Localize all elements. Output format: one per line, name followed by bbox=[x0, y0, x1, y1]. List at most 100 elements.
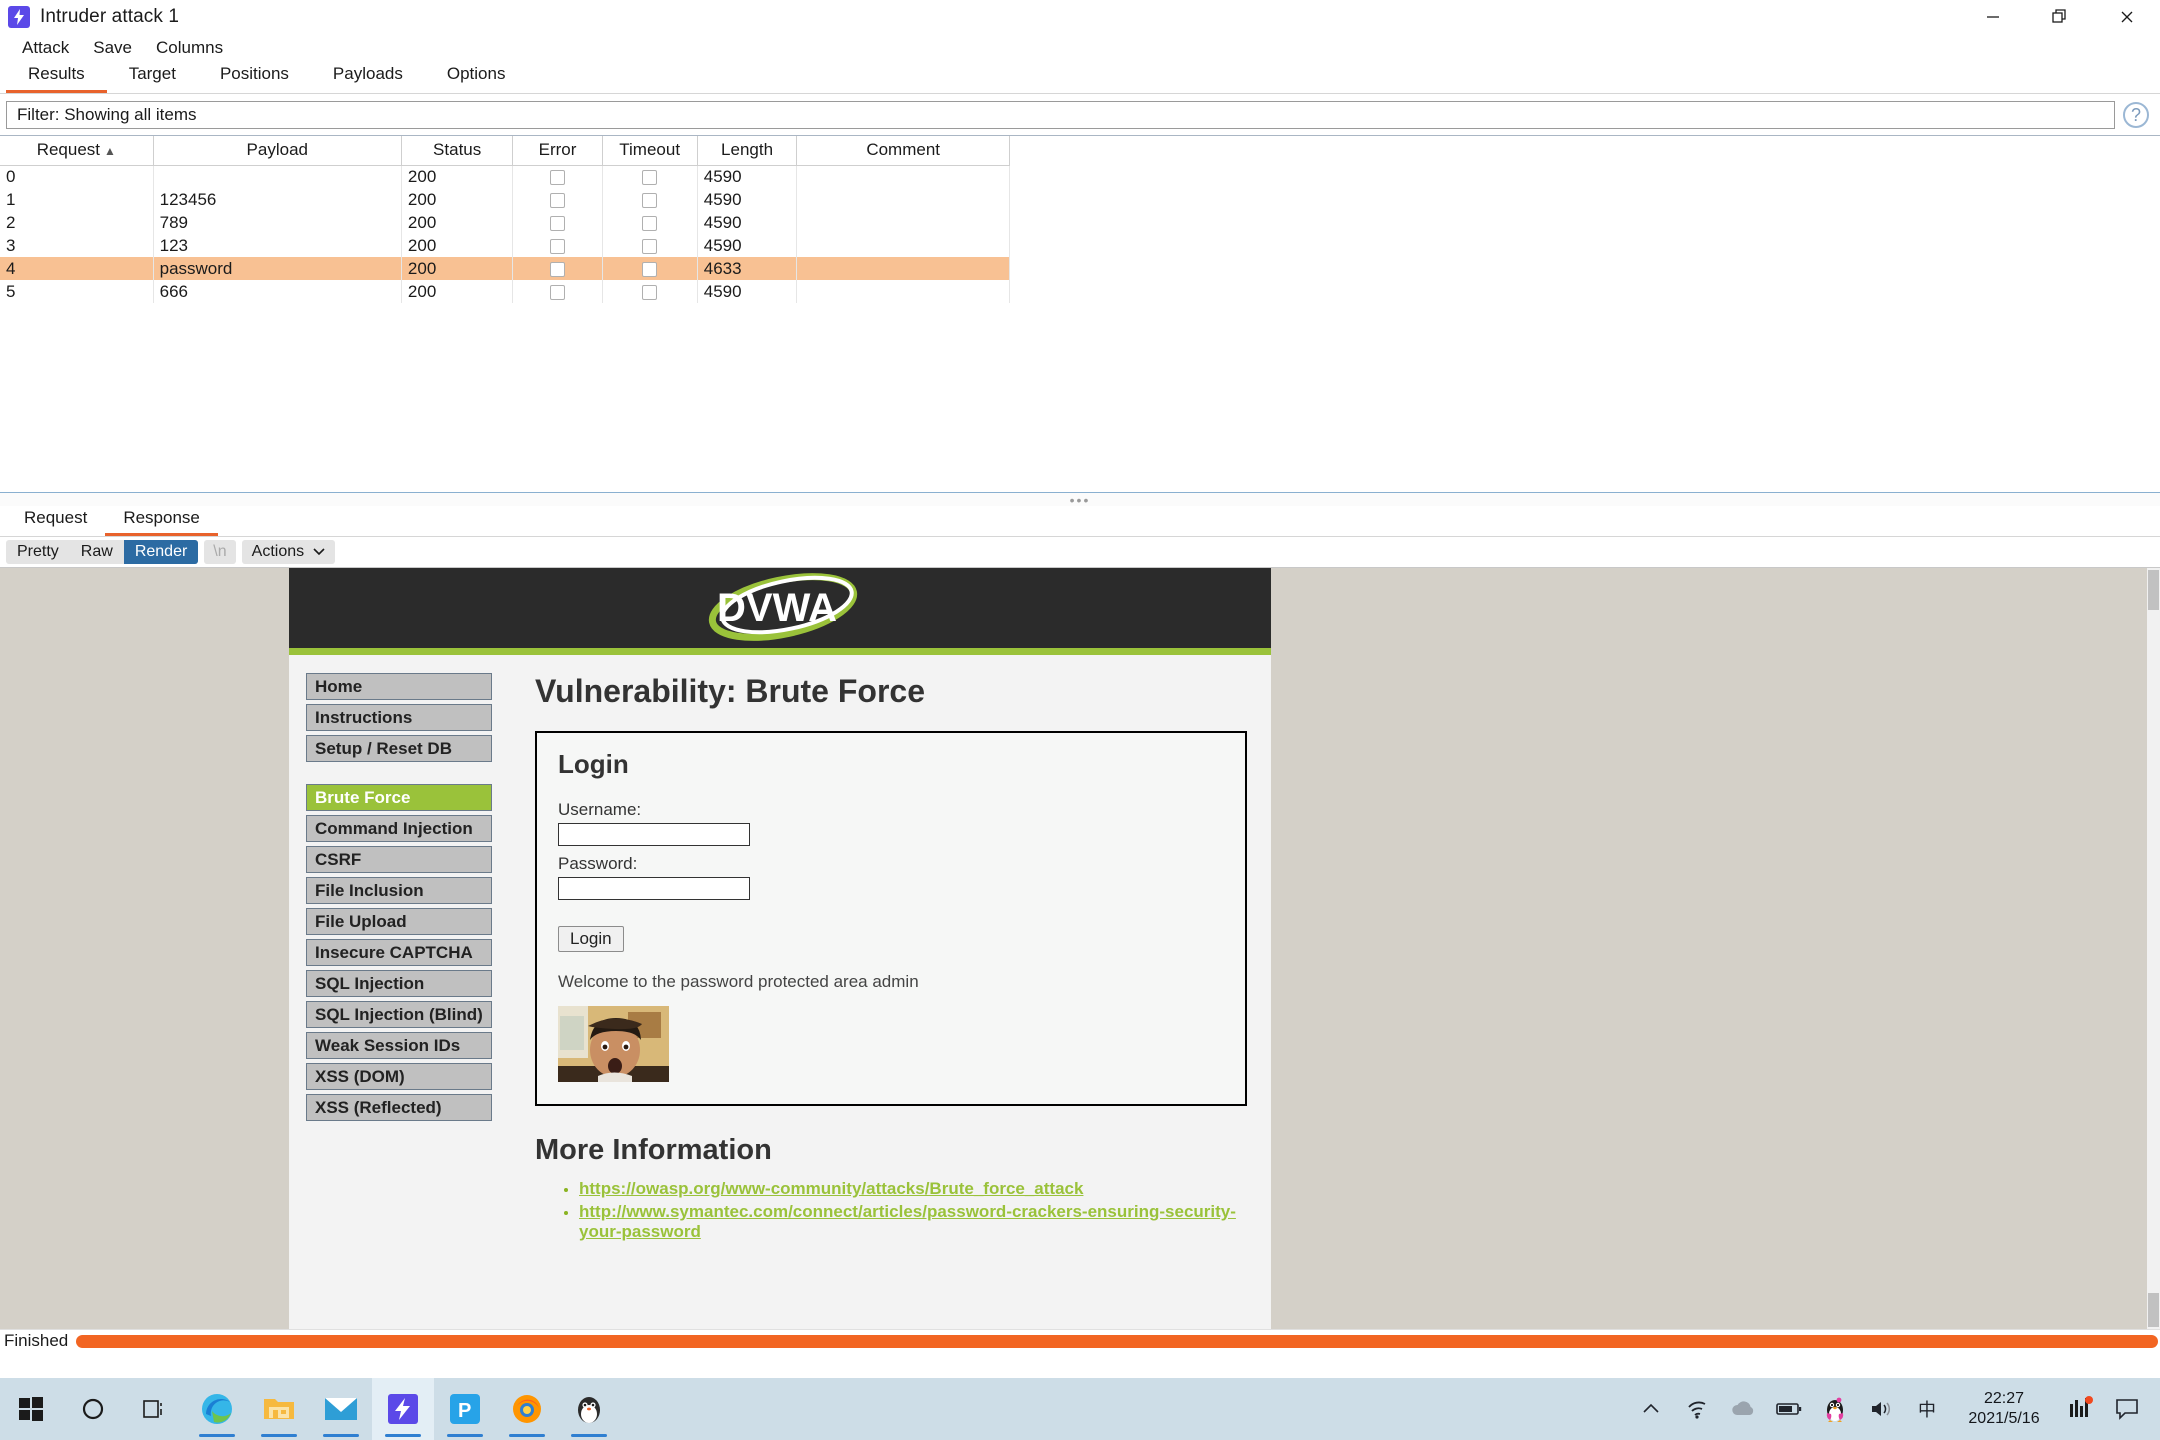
sidebar-item-csrf[interactable]: CSRF bbox=[306, 846, 492, 873]
column-header-comment[interactable]: Comment bbox=[796, 136, 1010, 166]
sidebar-item-xss-reflected[interactable]: XSS (Reflected) bbox=[306, 1094, 492, 1121]
results-table-area[interactable]: Request ▲ Payload Status Error Timeout Le… bbox=[0, 135, 2160, 492]
cell-error[interactable] bbox=[512, 165, 603, 188]
burp-suite-icon[interactable] bbox=[372, 1378, 434, 1440]
sidebar-item-instructions[interactable]: Instructions bbox=[306, 704, 492, 731]
cell-error[interactable] bbox=[512, 234, 603, 257]
show-hidden-icons-chevron[interactable] bbox=[1628, 1378, 1674, 1440]
cell-error-checkbox[interactable] bbox=[550, 169, 565, 185]
cell-timeout[interactable] bbox=[602, 234, 698, 257]
column-header-length[interactable]: Length bbox=[697, 136, 798, 166]
sidebar-item-command-injection[interactable]: Command Injection bbox=[306, 815, 492, 842]
cell-timeout-checkbox[interactable] bbox=[642, 261, 658, 277]
more-information-link[interactable]: https://owasp.org/www-community/attacks/… bbox=[579, 1179, 1083, 1198]
tab-positions[interactable]: Positions bbox=[198, 60, 311, 93]
minimize-icon[interactable] bbox=[1959, 0, 2026, 34]
tab-request[interactable]: Request bbox=[6, 505, 105, 536]
view-mode-raw[interactable]: Raw bbox=[70, 540, 124, 564]
qq-icon[interactable] bbox=[558, 1378, 620, 1440]
menu-item-attack[interactable]: Attack bbox=[10, 36, 81, 60]
firefox-icon[interactable] bbox=[496, 1378, 558, 1440]
tab-payloads[interactable]: Payloads bbox=[311, 60, 425, 93]
task-view-icon[interactable] bbox=[124, 1378, 186, 1440]
cell-timeout-checkbox[interactable] bbox=[642, 192, 658, 208]
column-header-error[interactable]: Error bbox=[512, 136, 603, 166]
column-header-timeout[interactable]: Timeout bbox=[602, 136, 698, 166]
battery-icon[interactable] bbox=[1766, 1378, 1812, 1440]
cell-timeout-checkbox[interactable] bbox=[642, 169, 658, 185]
close-icon[interactable] bbox=[2093, 0, 2160, 34]
help-icon[interactable]: ? bbox=[2123, 102, 2149, 128]
sidebar-item-file-inclusion[interactable]: File Inclusion bbox=[306, 877, 492, 904]
qq-penguin-icon[interactable] bbox=[1812, 1378, 1858, 1440]
mail-icon[interactable] bbox=[310, 1378, 372, 1440]
cell-error-checkbox[interactable] bbox=[550, 284, 565, 300]
rendered-response-pane[interactable]: DVWA Home Instructions Setup / Reset DB Br… bbox=[0, 567, 2160, 1329]
view-mode-pretty[interactable]: Pretty bbox=[6, 540, 70, 564]
login-submit-button[interactable]: Login bbox=[558, 926, 624, 952]
network-monitor-icon[interactable] bbox=[2058, 1378, 2104, 1440]
column-header-status[interactable]: Status bbox=[401, 136, 514, 166]
filter-bar[interactable]: Filter: Showing all items bbox=[6, 101, 2115, 129]
sidebar-item-brute-force[interactable]: Brute Force bbox=[306, 784, 492, 811]
tab-results[interactable]: Results bbox=[6, 60, 107, 93]
sidebar-item-xss-dom[interactable]: XSS (DOM) bbox=[306, 1063, 492, 1090]
newline-toggle-button[interactable]: \n bbox=[204, 540, 236, 564]
volume-icon[interactable] bbox=[1858, 1378, 1904, 1440]
cell-timeout[interactable] bbox=[602, 188, 698, 211]
sidebar-item-weak-session-ids[interactable]: Weak Session IDs bbox=[306, 1032, 492, 1059]
cell-timeout-checkbox[interactable] bbox=[642, 238, 658, 254]
pane-splitter[interactable]: ••• bbox=[0, 492, 2160, 508]
page-scrollbar-thumb-top[interactable] bbox=[2148, 570, 2159, 610]
column-header-request[interactable]: Request ▲ bbox=[0, 136, 154, 166]
taskbar-clock[interactable]: 22:27 2021/5/16 bbox=[1950, 1389, 2058, 1429]
page-scrollbar[interactable] bbox=[2147, 568, 2160, 1329]
menu-item-columns[interactable]: Columns bbox=[144, 36, 235, 60]
sidebar-item-setup-reset-db[interactable]: Setup / Reset DB bbox=[306, 735, 492, 762]
cell-timeout-checkbox[interactable] bbox=[642, 215, 658, 231]
table-row[interactable]: 2 789 200 4590 bbox=[0, 211, 1010, 234]
sidebar-item-sql-injection[interactable]: SQL Injection bbox=[306, 970, 492, 997]
cell-timeout[interactable] bbox=[602, 211, 698, 234]
restore-icon[interactable] bbox=[2026, 0, 2093, 34]
table-row[interactable]: 0 200 4590 bbox=[0, 165, 1010, 188]
cell-error-checkbox[interactable] bbox=[550, 238, 565, 254]
pycharm-icon[interactable]: P bbox=[434, 1378, 496, 1440]
cell-timeout[interactable] bbox=[602, 165, 698, 188]
tab-response[interactable]: Response bbox=[105, 505, 218, 536]
menu-item-save[interactable]: Save bbox=[81, 36, 144, 60]
password-input[interactable] bbox=[558, 877, 750, 900]
cell-error[interactable] bbox=[512, 257, 603, 280]
username-input[interactable] bbox=[558, 823, 750, 846]
sidebar-item-home[interactable]: Home bbox=[306, 673, 492, 700]
microsoft-edge-icon[interactable] bbox=[186, 1378, 248, 1440]
cell-timeout-checkbox[interactable] bbox=[642, 284, 658, 300]
cell-error[interactable] bbox=[512, 280, 603, 303]
action-center-icon[interactable] bbox=[2104, 1378, 2150, 1440]
sidebar-item-file-upload[interactable]: File Upload bbox=[306, 908, 492, 935]
table-row[interactable]: 4 password 200 4633 bbox=[0, 257, 1010, 280]
column-header-payload[interactable]: Payload bbox=[153, 136, 402, 166]
cell-timeout[interactable] bbox=[602, 257, 698, 280]
table-row[interactable]: 3 123 200 4590 bbox=[0, 234, 1010, 257]
actions-button[interactable]: Actions bbox=[241, 540, 336, 564]
tab-target[interactable]: Target bbox=[107, 60, 198, 93]
cortana-search-icon[interactable] bbox=[62, 1378, 124, 1440]
cell-error-checkbox[interactable] bbox=[550, 261, 565, 277]
cell-error-checkbox[interactable] bbox=[550, 215, 565, 231]
file-explorer-icon[interactable] bbox=[248, 1378, 310, 1440]
more-information-link[interactable]: http://www.symantec.com/connect/articles… bbox=[579, 1202, 1236, 1241]
windows-start-icon[interactable] bbox=[0, 1378, 62, 1440]
table-row[interactable]: 5 666 200 4590 bbox=[0, 280, 1010, 303]
cell-error[interactable] bbox=[512, 211, 603, 234]
view-mode-render[interactable]: Render bbox=[123, 540, 199, 564]
cell-error-checkbox[interactable] bbox=[550, 192, 565, 208]
table-row[interactable]: 1 123456 200 4590 bbox=[0, 188, 1010, 211]
cell-timeout[interactable] bbox=[602, 280, 698, 303]
onedrive-cloud-icon[interactable] bbox=[1720, 1378, 1766, 1440]
cell-error[interactable] bbox=[512, 188, 603, 211]
page-scrollbar-thumb-bottom[interactable] bbox=[2148, 1293, 2159, 1327]
wifi-icon[interactable] bbox=[1674, 1378, 1720, 1440]
ime-chinese-icon[interactable]: 中 bbox=[1904, 1378, 1950, 1440]
sidebar-item-insecure-captcha[interactable]: Insecure CAPTCHA bbox=[306, 939, 492, 966]
